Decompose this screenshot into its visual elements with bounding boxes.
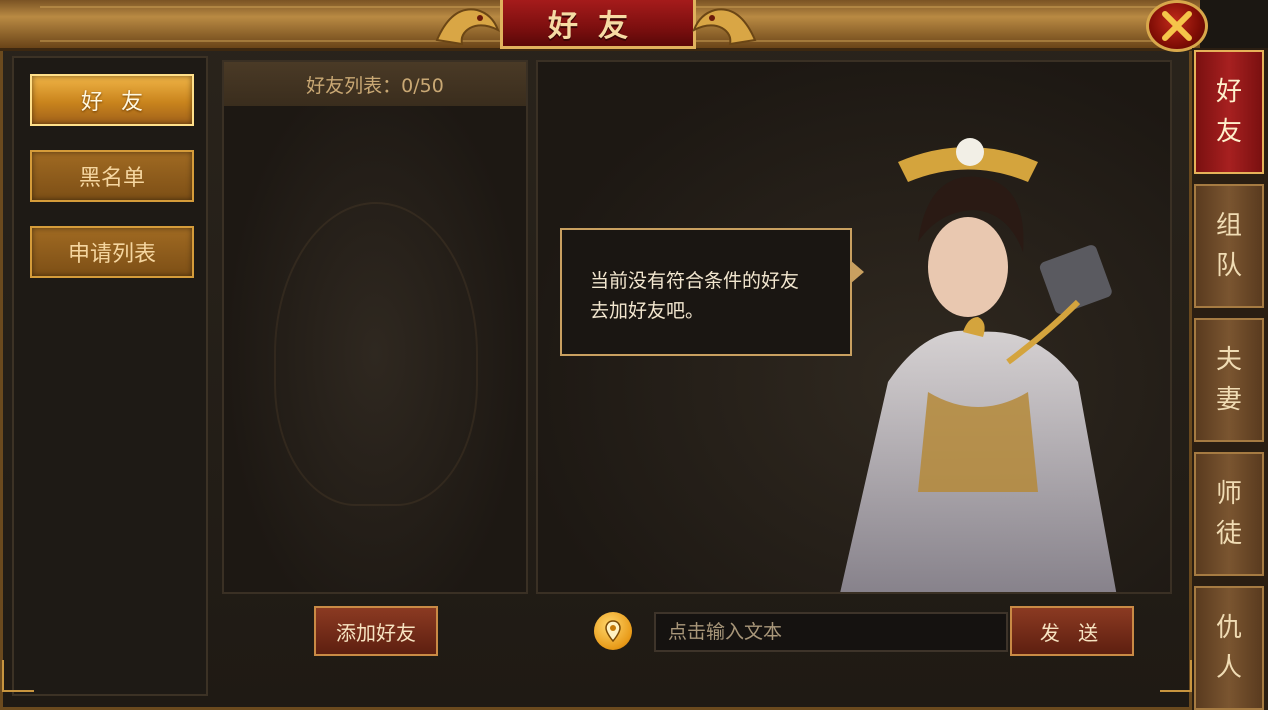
close-button[interactable] [1146,0,1208,52]
side-tab-mentor[interactable]: 师 徒 [1194,452,1264,576]
dragon-emblem-icon [274,202,478,506]
location-pin-icon [605,620,621,642]
side-tab-char: 师 [1215,479,1242,509]
frame-corner-ornament [2,660,34,692]
chat-panel: 当前没有符合条件的好友 去加好友吧。 [536,60,1172,594]
tab-blacklist[interactable]: 黑名单 [30,150,194,202]
side-tab-char: 夫 [1215,345,1242,375]
side-tab-char: 组 [1215,211,1242,241]
location-button[interactable] [594,612,632,650]
dragon-ornament-right-icon [692,8,757,46]
side-tab-char: 妻 [1215,385,1242,415]
bubble-tail [850,260,864,284]
add-friend-button[interactable]: 添加好友 [314,606,438,656]
friend-list-panel: 好友列表：0/50 [222,60,528,594]
side-tab-team[interactable]: 组 队 [1194,184,1264,308]
side-tab-friends[interactable]: 好 友 [1194,50,1264,174]
right-side-tabs: 好 友 组 队 夫 妻 师 徒 仇 人 [1192,48,1268,710]
dragon-ornament-left-icon [435,8,500,46]
send-button[interactable]: 发 送 [1010,606,1134,656]
tab-friends[interactable]: 好友 [30,74,194,126]
frame-corner-ornament [1160,660,1192,692]
side-tab-char: 友 [1215,117,1242,147]
page-title: 好友 [500,0,696,49]
left-sidebar: 好友 黑名单 申请列表 [12,56,208,696]
side-tab-char: 好 [1215,77,1242,107]
side-tab-char: 徒 [1215,519,1242,549]
empty-state-line-2: 去加好友吧。 [590,300,705,322]
side-tab-enemy[interactable]: 仇 人 [1194,586,1264,710]
chat-text-input[interactable] [654,612,1008,652]
side-tab-char: 人 [1215,653,1242,683]
friend-list-header: 好友列表：0/50 [224,62,526,106]
tab-requests[interactable]: 申请列表 [30,226,194,278]
side-tab-spouse[interactable]: 夫 妻 [1194,318,1264,442]
side-tab-char: 队 [1215,251,1242,281]
empty-state-bubble: 当前没有符合条件的好友 去加好友吧。 [560,228,852,356]
empty-state-line-1: 当前没有符合条件的好友 [590,270,800,292]
side-tab-char: 仇 [1215,613,1242,643]
close-icon [1162,11,1192,41]
